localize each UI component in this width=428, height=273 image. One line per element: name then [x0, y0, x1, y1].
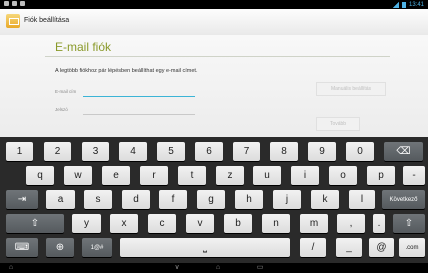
form-heading: E-mail fiók	[55, 40, 112, 54]
key-g[interactable]: g	[197, 190, 225, 209]
key-c[interactable]: c	[148, 214, 176, 233]
key-7[interactable]: 7	[233, 142, 260, 161]
password-label: Jelszó	[55, 107, 68, 112]
notification-icons	[4, 1, 25, 6]
shift-icon: ⇧	[30, 218, 40, 229]
key-z[interactable]: z	[216, 166, 244, 185]
backspace-icon: ⌫	[396, 146, 411, 157]
password-field[interactable]	[83, 106, 195, 115]
key-s[interactable]: s	[84, 190, 112, 209]
slash-key[interactable]: /	[300, 238, 326, 257]
key-o[interactable]: o	[329, 166, 357, 185]
key-2[interactable]: 2	[44, 142, 71, 161]
key-r[interactable]: r	[140, 166, 168, 185]
system-status: 13:41	[391, 0, 424, 9]
shift-key-right[interactable]: ⇧	[393, 214, 425, 233]
key-8[interactable]: 8	[270, 142, 298, 161]
dotcom-key[interactable]: .com	[399, 238, 425, 257]
key-6[interactable]: 6	[195, 142, 223, 161]
key-k[interactable]: k	[311, 190, 339, 209]
tab-icon: ⇥	[17, 194, 27, 205]
key-5[interactable]: 5	[157, 142, 185, 161]
key-b[interactable]: b	[224, 214, 252, 233]
keyboard-icon: ⌨	[14, 242, 30, 253]
key-l[interactable]: l	[349, 190, 375, 209]
key-d[interactable]: d	[122, 190, 150, 209]
next-key[interactable]: Következő	[382, 190, 425, 209]
action-bar: Fiók beállítása	[0, 9, 428, 36]
key-1[interactable]: 1	[6, 142, 33, 161]
key-period[interactable]: .	[373, 214, 385, 233]
heading-divider	[45, 56, 390, 57]
globe-icon: ⊕	[55, 242, 65, 253]
key-n[interactable]: n	[262, 214, 290, 233]
key-h[interactable]: h	[235, 190, 263, 209]
email-app-icon	[6, 14, 20, 28]
notification-icon	[12, 1, 17, 6]
clock: 13:41	[408, 1, 424, 8]
key-t[interactable]: t	[178, 166, 206, 185]
key-3[interactable]: 3	[82, 142, 109, 161]
symbols-key[interactable]: 1@#	[82, 238, 112, 257]
manual-setup-button[interactable]: Manuális beállítás	[316, 82, 386, 96]
key-v[interactable]: v	[186, 214, 214, 233]
recent-apps-icon[interactable]: ▭	[255, 264, 265, 272]
next-button[interactable]: Tovább	[316, 117, 360, 131]
key-dash[interactable]: -	[403, 166, 425, 185]
key-a[interactable]: a	[46, 190, 75, 209]
key-x[interactable]: x	[110, 214, 138, 233]
key-p[interactable]: p	[367, 166, 395, 185]
underscore-key[interactable]: _	[336, 238, 362, 257]
key-comma[interactable]: ,	[337, 214, 365, 233]
key-q[interactable]: q	[26, 166, 54, 185]
space-key[interactable]: ⎵	[120, 238, 290, 257]
shift-key-left[interactable]: ⇧	[6, 214, 64, 233]
key-e[interactable]: e	[102, 166, 130, 185]
key-m[interactable]: m	[300, 214, 328, 233]
notification-icon	[20, 1, 25, 6]
on-screen-keyboard: 1 2 3 4 5 6 7 8 9 0 ⌫ q w e r t z u i o …	[0, 137, 428, 263]
navigation-bar: ⌂ ∨ ⌂ ▭	[0, 263, 428, 273]
status-bar: 13:41	[0, 0, 428, 9]
signal-icon	[391, 1, 399, 8]
form-description: A legtöbb fiókhoz pár lépésben beállítha…	[55, 68, 198, 74]
key-y[interactable]: y	[72, 214, 101, 233]
key-4[interactable]: 4	[119, 142, 147, 161]
home-icon[interactable]: ⌂	[213, 264, 223, 272]
at-key[interactable]: @	[369, 238, 394, 257]
back-icon[interactable]: ⌂	[6, 264, 16, 272]
hide-keyboard-icon[interactable]: ∨	[172, 264, 182, 272]
key-i[interactable]: i	[291, 166, 319, 185]
battery-icon	[401, 1, 406, 8]
space-icon: ⎵	[203, 242, 207, 253]
symbols-label: 1@#	[90, 244, 104, 251]
key-f[interactable]: f	[159, 190, 187, 209]
key-9[interactable]: 9	[308, 142, 336, 161]
email-label: E-mail cím	[55, 89, 77, 94]
key-j[interactable]: j	[273, 190, 301, 209]
key-w[interactable]: w	[64, 166, 92, 185]
email-field[interactable]	[83, 88, 195, 97]
tab-key[interactable]: ⇥	[6, 190, 38, 209]
account-setup-form: E-mail fiók A legtöbb fiókhoz pár lépésb…	[0, 35, 428, 137]
key-0[interactable]: 0	[346, 142, 374, 161]
backspace-key[interactable]: ⌫	[384, 142, 423, 161]
keyboard-settings-key[interactable]: ⌨	[6, 238, 38, 257]
page-title: Fiók beállítása	[24, 17, 70, 24]
notification-icon	[4, 1, 9, 6]
key-u[interactable]: u	[253, 166, 281, 185]
shift-icon: ⇧	[404, 218, 414, 229]
language-key[interactable]: ⊕	[46, 238, 74, 257]
